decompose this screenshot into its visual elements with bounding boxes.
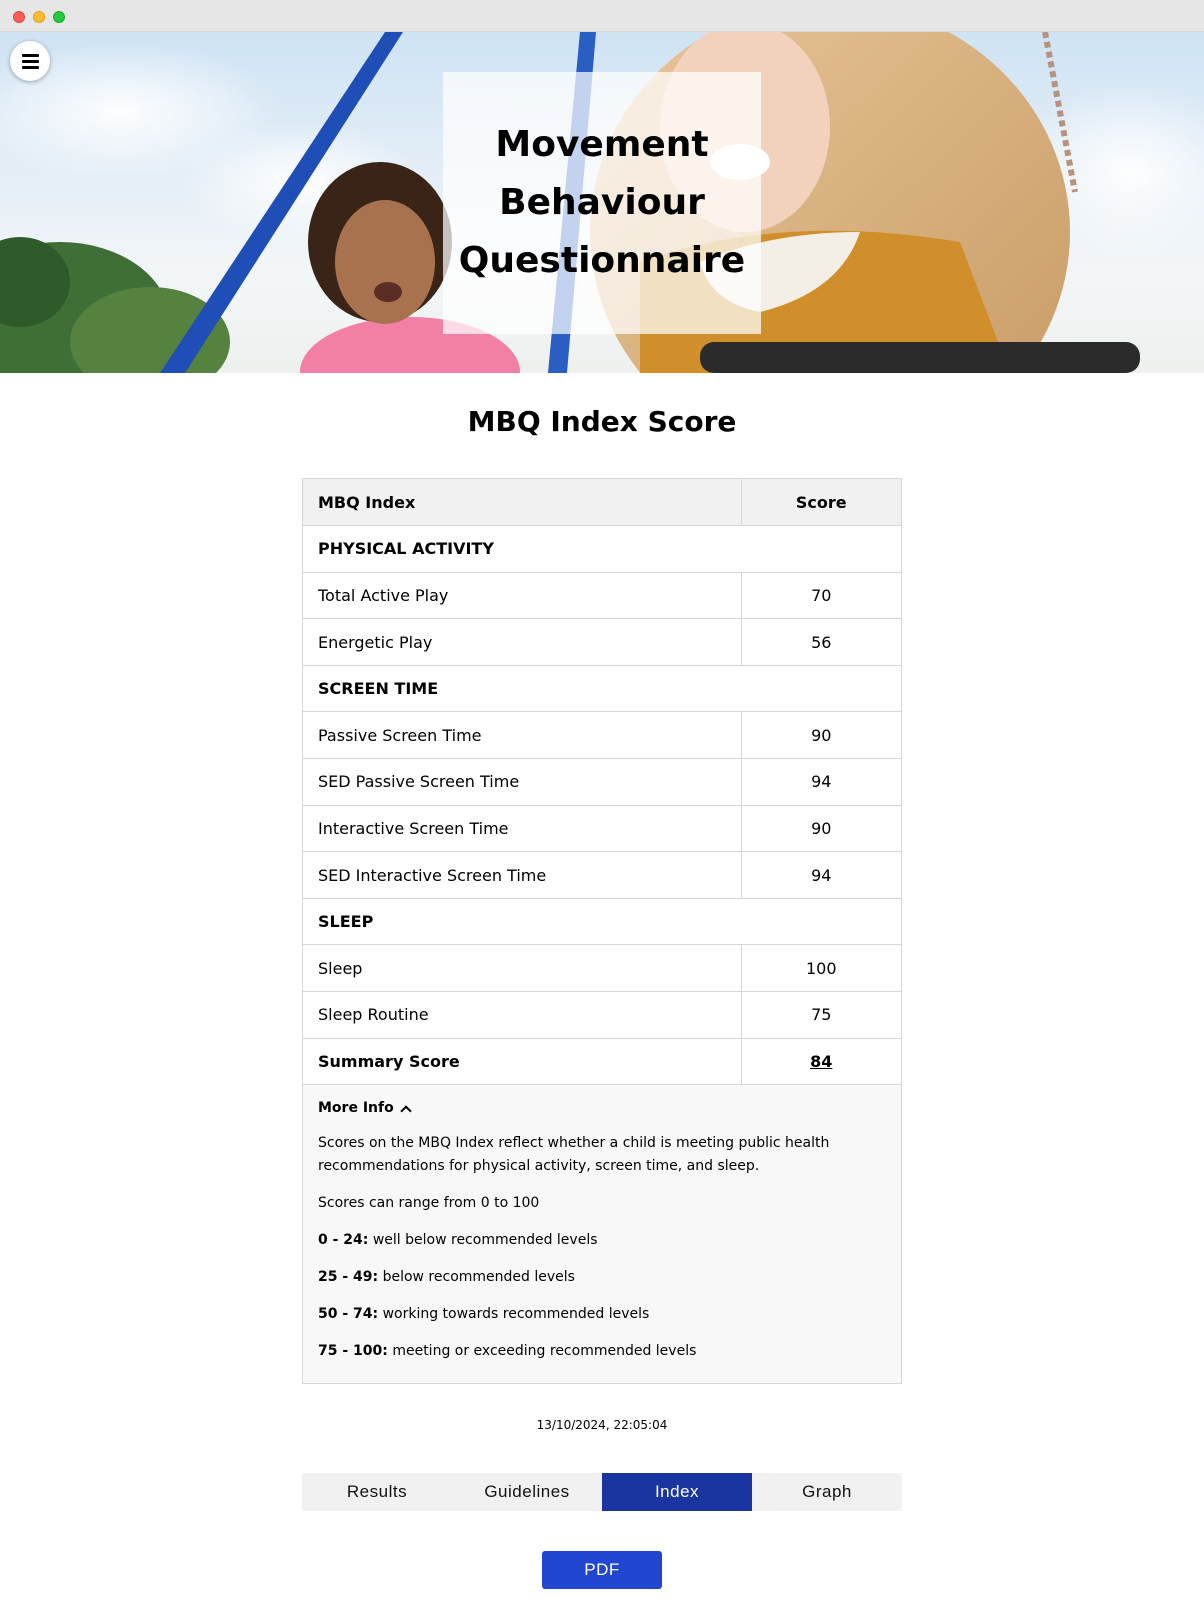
table-row: Sleep 100 [303, 944, 901, 993]
window-titlebar [0, 0, 1204, 32]
chevron-up-icon [400, 1105, 412, 1117]
close-window-button[interactable] [13, 11, 25, 23]
app-title-line-3: Questionnaire [458, 240, 746, 281]
summary-row: Summary Score 84 [303, 1038, 901, 1086]
more-info-panel: More Info Scores on the MBQ Index reflec… [303, 1085, 901, 1384]
row-score: 90 [740, 711, 901, 760]
hamburger-icon [21, 53, 39, 57]
group-row-physical-activity: PHYSICAL ACTIVITY [303, 525, 901, 573]
more-info-range: Scores can range from 0 to 100 [318, 1195, 540, 1212]
row-score: 75 [740, 991, 901, 1039]
menu-button[interactable] [10, 41, 50, 81]
group-row-sleep: SLEEP [303, 898, 901, 946]
more-info-label: More Info [318, 1100, 394, 1117]
level-text: below recommended levels [382, 1269, 575, 1286]
timestamp: 13/10/2024, 22:05:04 [536, 1418, 668, 1432]
more-info-description: Scores on the MBQ Index reflect whether … [318, 1135, 830, 1175]
level-item: 50 - 74: working towards recommended lev… [318, 1303, 886, 1326]
summary-score-cell: 84 [740, 1038, 901, 1086]
tab-graph[interactable]: Graph [752, 1473, 902, 1511]
column-header-index: MBQ Index [303, 479, 741, 527]
level-text: well below recommended levels [372, 1232, 598, 1249]
pdf-button[interactable]: PDF [542, 1551, 662, 1589]
table-row: Total Active Play 70 [303, 572, 901, 620]
level-range: 50 - 74: [318, 1306, 379, 1323]
minimize-window-button[interactable] [33, 11, 45, 23]
app-title: Movement Behaviour Questionnaire [452, 116, 752, 290]
row-score: 90 [740, 805, 901, 853]
level-text: working towards recommended levels [382, 1306, 650, 1323]
table-row: SED Interactive Screen Time 94 [303, 851, 901, 899]
level-item: 75 - 100: meeting or exceeding recommend… [318, 1340, 886, 1363]
table-row: Sleep Routine 75 [303, 991, 901, 1039]
row-label: Sleep [303, 944, 741, 993]
table-row: Passive Screen Time 90 [303, 711, 901, 760]
level-range: 75 - 100: [318, 1343, 388, 1360]
page-title: MBQ Index Score [467, 405, 737, 438]
row-label: Sleep Routine [303, 991, 741, 1039]
row-score: 56 [740, 618, 901, 666]
row-score: 70 [740, 572, 901, 620]
summary-label: Summary Score [303, 1038, 741, 1086]
group-label: SLEEP [303, 898, 901, 946]
row-score: 94 [740, 758, 901, 806]
tab-index[interactable]: Index [602, 1473, 752, 1511]
row-label: Total Active Play [303, 572, 741, 620]
group-row-screen-time: SCREEN TIME [303, 665, 901, 713]
level-range: 0 - 24: [318, 1232, 369, 1249]
level-item: 25 - 49: below recommended levels [318, 1266, 886, 1289]
level-range: 25 - 49: [318, 1269, 379, 1286]
row-label: Interactive Screen Time [303, 805, 741, 853]
row-label: Energetic Play [303, 618, 741, 666]
group-label: SCREEN TIME [303, 665, 901, 713]
table-row: SED Passive Screen Time 94 [303, 758, 901, 806]
row-label: SED Passive Screen Time [303, 758, 741, 806]
level-item: 0 - 24: well below recommended levels [318, 1229, 886, 1252]
title-card: Movement Behaviour Questionnaire [443, 72, 761, 334]
table-row: Interactive Screen Time 90 [303, 805, 901, 853]
hero-banner: Movement Behaviour Questionnaire [0, 32, 1204, 373]
table-header-row: MBQ Index Score [303, 479, 901, 527]
row-label: SED Interactive Screen Time [303, 851, 741, 899]
maximize-window-button[interactable] [53, 11, 65, 23]
row-score: 100 [740, 944, 901, 993]
mbq-index-table: MBQ Index Score PHYSICAL ACTIVITY Total … [302, 478, 902, 1385]
more-info-toggle[interactable]: More Info [318, 1097, 886, 1120]
group-label: PHYSICAL ACTIVITY [303, 525, 901, 573]
tab-results[interactable]: Results [302, 1473, 452, 1511]
column-header-score: Score [740, 479, 901, 527]
view-tabs: Results Guidelines Index Graph [302, 1473, 902, 1511]
app-title-line-2: Behaviour [499, 182, 705, 223]
table-row: Energetic Play 56 [303, 618, 901, 666]
summary-score: 84 [810, 1051, 833, 1071]
row-score: 94 [740, 851, 901, 899]
row-label: Passive Screen Time [303, 711, 741, 760]
tab-guidelines[interactable]: Guidelines [452, 1473, 602, 1511]
app-title-line-1: Movement [495, 124, 709, 165]
level-text: meeting or exceeding recommended levels [392, 1343, 697, 1360]
